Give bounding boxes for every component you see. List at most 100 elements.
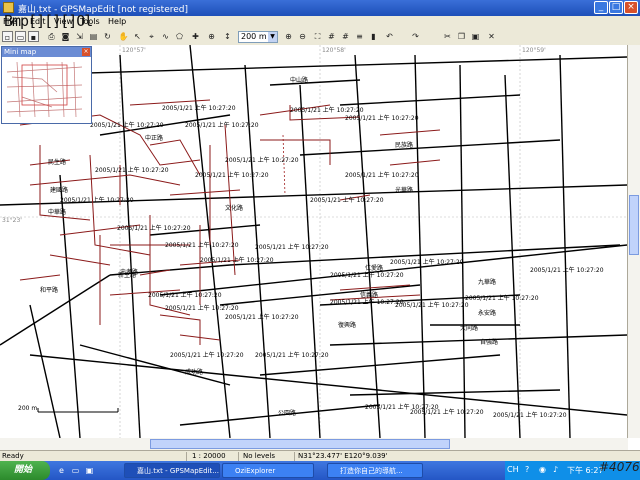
status-scale: 1 : 20000 [192,452,226,460]
zoom-out-icon[interactable]: ⊖ [297,31,308,42]
measure-icon[interactable]: ↕ [222,31,233,42]
road-label: 和平路 [40,287,59,294]
volume-icon[interactable]: ♪ [553,465,558,474]
road-label: 民族路 [395,142,414,149]
properties-icon[interactable]: ▤ [88,31,99,42]
start-button[interactable]: 開始 [0,461,50,480]
clip-icon[interactable]: ▮ [368,31,379,42]
print-icon[interactable]: ⎙ [46,31,57,42]
road-label: 民生路 [48,159,67,166]
separator [186,452,187,461]
scroll-thumb[interactable] [150,439,450,449]
road-label: 復興路 [338,322,357,329]
road-label: 仁愛路 [365,265,384,272]
maximize-button[interactable]: □ [609,1,623,14]
separator [294,452,295,461]
layers-icon[interactable]: ≡ [354,31,365,42]
redo-icon[interactable]: ↷ [410,31,421,42]
road-label: 中山路 [290,77,309,84]
map-label: 2005/1/21 上午 10:27:20 [255,244,329,251]
road-label: 信義路 [360,292,379,299]
coord-label: 120°58' [322,47,346,54]
point-icon[interactable]: ✚ [190,31,201,42]
coord-label: 120°59' [522,47,546,54]
minimap-canvas [6,61,83,118]
delete-icon[interactable]: ✕ [486,31,497,42]
map-label: 2005/1/21 上午 10:27:20 [165,305,239,312]
network-icon[interactable]: ◉ [539,465,546,474]
zoom-in-icon[interactable]: ⊕ [283,31,294,42]
camera-icon[interactable]: ◙ [60,31,71,42]
zoom-select[interactable]: 200 m ▼ [238,31,278,43]
polygon-icon[interactable]: ⬠ [174,31,185,42]
zoom-value: 200 m [241,32,267,41]
select-icon[interactable]: ↖ [132,31,143,42]
tray-language[interactable]: CH [507,465,519,474]
hand-tool-icon[interactable]: ✋ [118,31,129,42]
map-label: 2005/1/21 上午 10:27:20 [195,172,269,179]
minimize-button[interactable]: _ [594,1,608,14]
road-label: 九華路 [478,279,497,286]
map-label: 2005/1/21 上午 10:27:20 [345,115,419,122]
map-label: 2005/1/21 上午 10:27:20 [117,225,191,232]
chevron-down-icon: ▼ [268,32,277,42]
separator [238,452,239,461]
status-ready: Ready [2,452,24,460]
map-label: 2005/1/21 上午 10:27:20 [60,197,134,204]
folder-icon[interactable]: ▣ [84,465,95,476]
minimap-title: Mini map [4,48,37,56]
map-label: 2005/1/21 上午 10:27:20 [390,259,464,266]
road-label: 中正路 [145,135,164,142]
road-label: 文化路 [225,205,244,212]
map-label: 2005/1/21 上午 10:27:20 [530,267,604,274]
open-file-icon[interactable]: ▭ [15,31,26,42]
grid-icon[interactable]: # [326,31,337,42]
undo-icon[interactable]: ↶ [384,31,395,42]
scale-label: 200 m [18,405,38,412]
paste-icon[interactable]: ▣ [470,31,481,42]
road-label: 新生路 [118,272,137,279]
cut-icon[interactable]: ✂ [442,31,453,42]
export-icon[interactable]: ⇲ [74,31,85,42]
desktop-icon[interactable]: ▭ [70,465,81,476]
refresh-icon[interactable]: ↻ [102,31,113,42]
coord-label: 120°57' [122,47,146,54]
edit-node-icon[interactable]: ⌖ [146,31,157,42]
task-oziexplorer[interactable]: OziExplorer [222,463,314,478]
map-label: 2005/1/21 上午 10:27:20 [225,157,299,164]
vertical-scrollbar[interactable] [628,45,640,438]
fit-icon[interactable]: ⛶ [312,31,323,42]
grid2-icon[interactable]: # [340,31,351,42]
task-browser[interactable]: 打造你自己的導航... [327,463,423,478]
map-label: 2005/1/21 上午 10:27:20 [90,122,164,129]
toolbar: ▫ ▭ ▪ ⎙ ◙ ⇲ ▤ ↻ ✋ ↖ ⌖ ∿ ⬠ ✚ ⊕ ↕ 200 m ▼ ⊕… [0,29,640,46]
map-label: 2005/1/21 上午 10:27:20 [200,257,274,264]
save-icon[interactable]: ▪ [28,31,39,42]
menu-help[interactable]: Help [108,17,126,26]
menu-bar: File Edit View Tools Help [0,16,640,29]
road-label: 公園路 [278,410,297,417]
new-file-icon[interactable]: ▫ [2,31,13,42]
map-label: 2005/1/21 上午 10:27:20 [395,302,469,309]
minimap-panel[interactable]: Mini map × [1,46,92,124]
map-view[interactable]: 120°57' 120°58' 120°59' 31°23' 2005/1/21… [0,45,628,438]
taskbar: 開始 e ▭ ▣ 嘉山.txt - GPSMapEdit... OziExplo… [0,461,640,480]
status-levels: No levels [243,452,276,460]
scroll-thumb[interactable] [629,195,639,255]
polyline-icon[interactable]: ∿ [160,31,171,42]
map-label: 2005/1/21 上午 10:27:20 [493,412,567,419]
map-label: 2005/1/21 上午 10:27:20 [310,197,384,204]
ie-icon[interactable]: e [56,465,67,476]
map-label: 2005/1/21 上午 10:27:20 [185,122,259,129]
map-label: 2005/1/21 上午 10:27:20 [410,409,484,416]
copy-icon[interactable]: ❐ [456,31,467,42]
close-icon[interactable]: × [82,48,90,56]
task-gpsmapedit[interactable]: 嘉山.txt - GPSMapEdit... [124,463,220,478]
gps-icon[interactable]: ⊕ [206,31,217,42]
horizontal-scrollbar[interactable] [0,438,628,450]
close-button[interactable]: × [624,1,638,14]
help-icon[interactable]: ? [525,465,529,474]
status-coords: N31°23.477' E120°9.039' [298,452,388,460]
watermark-number: #4076 [599,460,640,474]
map-label: 2005/1/21 上午 10:27:20 [162,105,236,112]
